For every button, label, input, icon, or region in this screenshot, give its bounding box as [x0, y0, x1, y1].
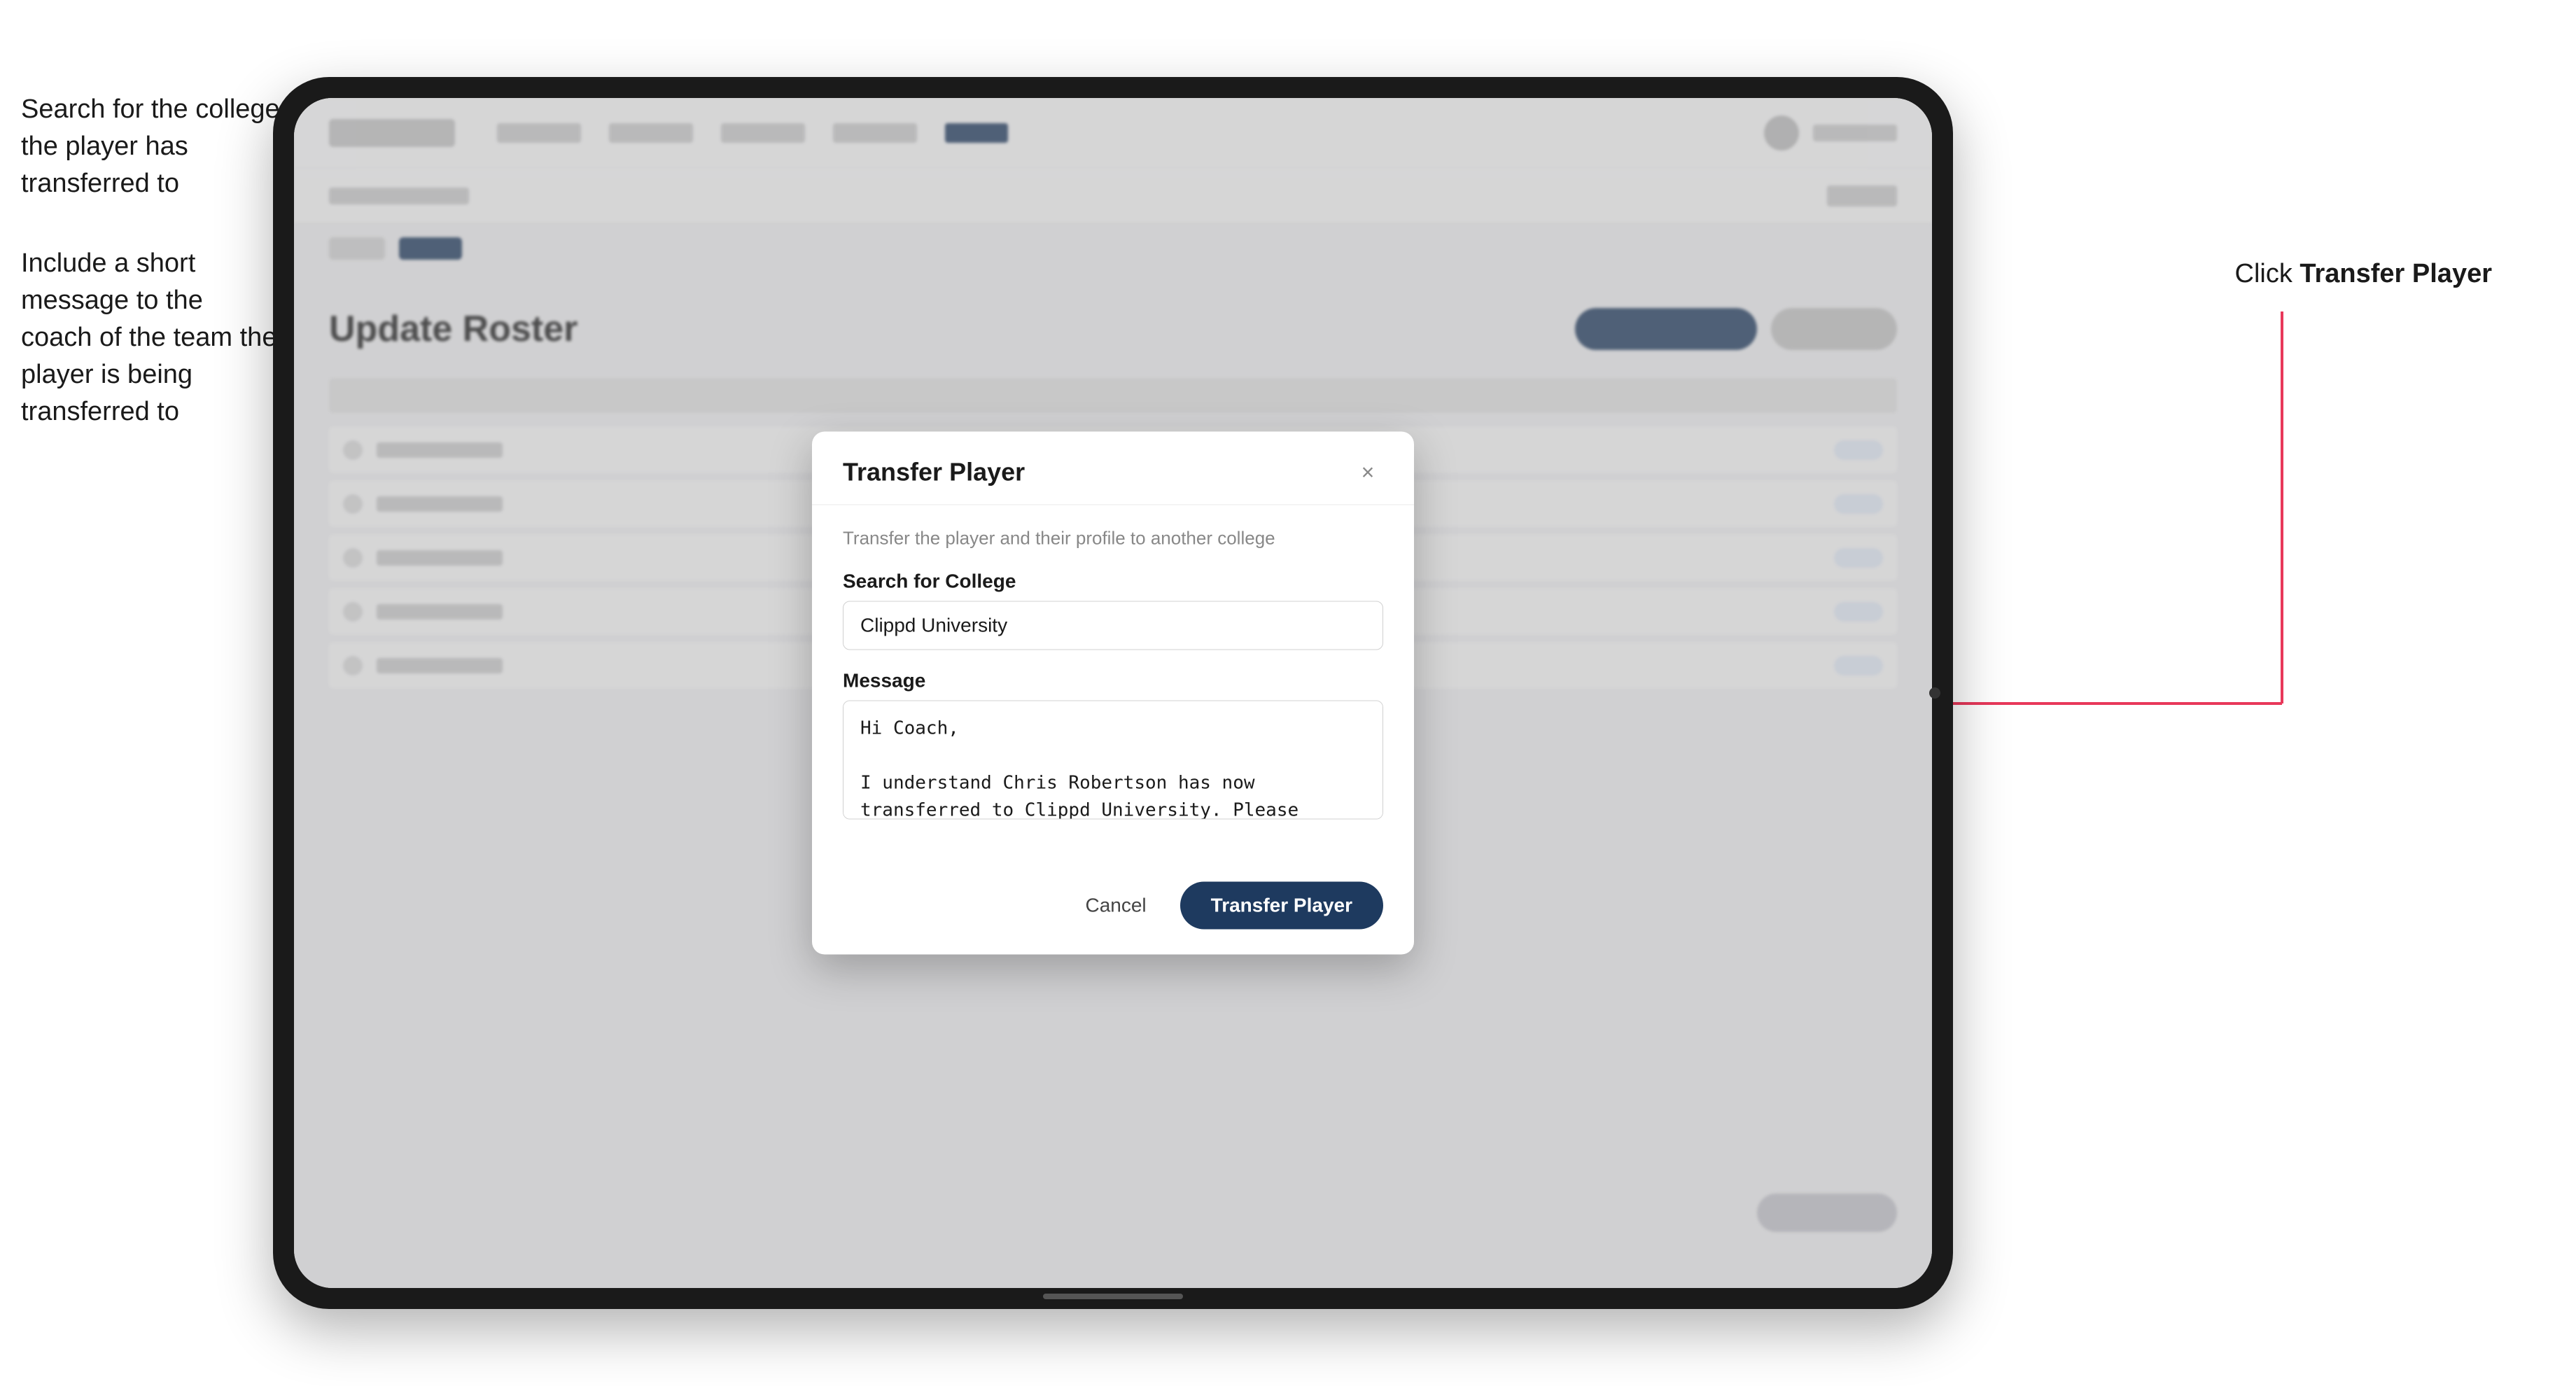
modal-close-button[interactable]: × [1352, 457, 1383, 488]
message-label: Message [843, 670, 1383, 692]
modal-title: Transfer Player [843, 458, 1025, 487]
message-textarea[interactable] [843, 701, 1383, 820]
search-college-group: Search for College [843, 570, 1383, 650]
message-group: Message [843, 670, 1383, 823]
annotation-message-text: Include a short message to the coach of … [21, 245, 280, 431]
ipad-camera [1929, 687, 1940, 699]
transfer-player-modal: Transfer Player × Transfer the player an… [812, 432, 1414, 955]
annotation-right: Click Transfer Player [2235, 259, 2493, 289]
annotation-click-text: Click [2235, 259, 2300, 288]
annotation-left: Search for the college the player has tr… [21, 91, 280, 473]
modal-subtitle: Transfer the player and their profile to… [843, 528, 1383, 550]
app-background: Update Roster [294, 98, 1932, 1288]
modal-header: Transfer Player × [812, 432, 1414, 505]
ipad-device: Update Roster [273, 77, 1953, 1309]
annotation-search-text: Search for the college the player has tr… [21, 91, 280, 203]
ipad-screen: Update Roster [294, 98, 1932, 1288]
search-college-label: Search for College [843, 570, 1383, 593]
cancel-button[interactable]: Cancel [1068, 885, 1163, 927]
modal-footer: Cancel Transfer Player [812, 865, 1414, 955]
modal-body: Transfer the player and their profile to… [812, 505, 1414, 865]
transfer-player-button[interactable]: Transfer Player [1180, 882, 1383, 930]
search-college-input[interactable] [843, 601, 1383, 650]
ipad-home-bar [1043, 1294, 1183, 1299]
annotation-transfer-bold: Transfer Player [2300, 259, 2492, 288]
